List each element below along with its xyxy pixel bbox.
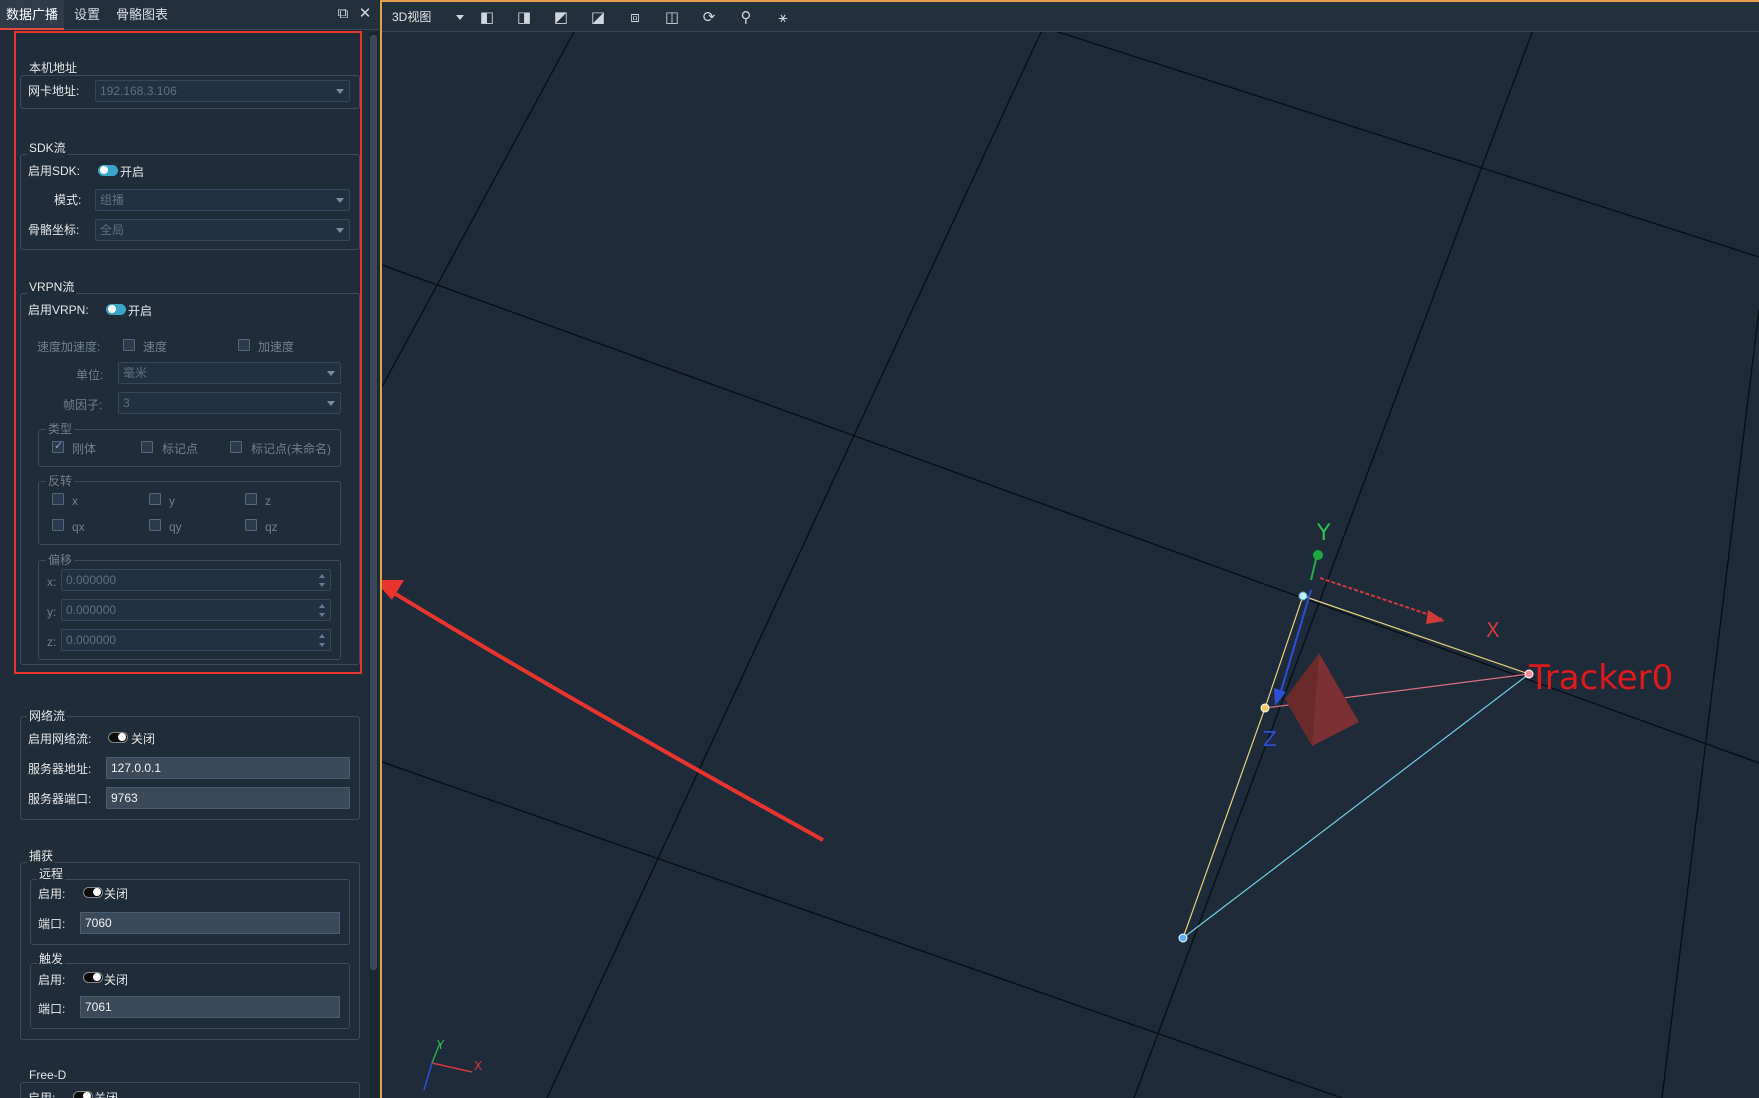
float-icon[interactable]: ⧉ [334, 5, 352, 23]
view-left-icon[interactable]: ◩ [551, 8, 571, 28]
net-server-input[interactable]: 127.0.0.1 [106, 757, 350, 779]
remote-port-input[interactable]: 7060 [80, 912, 340, 934]
freed-enable-toggle[interactable] [73, 1091, 93, 1098]
group-title-remote: 远程 [37, 867, 66, 881]
trigger-enable-toggle[interactable] [83, 972, 103, 983]
tracker-lines [1182, 595, 1530, 939]
net-enable-state: 关闭 [131, 732, 156, 746]
reset-view-icon[interactable]: ⟳ [699, 8, 719, 28]
trigger-port-input[interactable]: 7061 [80, 996, 340, 1018]
gizmo-y-label: Y [436, 1038, 445, 1052]
scrollbar-thumb[interactable] [370, 35, 377, 970]
axis-y-label: Y [1316, 521, 1331, 546]
remote-port-label: 端口: [38, 917, 66, 931]
marker-point[interactable] [1260, 703, 1270, 713]
annotation-arrow [382, 580, 824, 842]
view-bottom-icon[interactable]: ◫ [662, 8, 682, 28]
view-mode-select[interactable]: 3D视图 [386, 6, 468, 28]
tab-settings[interactable]: 设置 [68, 0, 106, 30]
markers [1178, 591, 1534, 943]
orientation-gizmo [423, 1042, 473, 1091]
trigger-port-label: 端口: [38, 1002, 66, 1016]
trigger-enable-state: 关闭 [104, 973, 129, 987]
net-enable-label: 启用网络流: [28, 732, 92, 746]
rigid-body-pyramid [1285, 653, 1359, 746]
left-panel: 数据广播 设置 骨骼图表 ⧉ ✕ 本机地址 网卡地址: 192.168.3.10… [0, 0, 382, 1098]
group-title-freed: Free-D [27, 1068, 69, 1082]
remote-enable-label: 启用: [38, 887, 66, 901]
group-title-capture: 捕获 [27, 849, 56, 863]
net-enable-toggle[interactable] [108, 732, 128, 743]
group-title-network: 网络流 [27, 709, 68, 723]
freed-enable-state: 关闭 [94, 1091, 119, 1098]
axis-toggle-icon[interactable]: ⚹ [773, 8, 793, 28]
remote-enable-toggle[interactable] [83, 887, 103, 898]
axis-z-label: Z [1263, 727, 1277, 751]
remote-enable-state: 关闭 [104, 887, 129, 901]
highlight-annotation-box [14, 31, 362, 674]
marker-point[interactable] [1298, 591, 1308, 601]
net-port-input[interactable]: 9763 [106, 787, 350, 809]
net-server-label: 服务器地址: [28, 762, 92, 776]
group-freed [20, 1082, 360, 1098]
freed-enable-label: 启用: [28, 1091, 56, 1098]
axis-x-label: X [1486, 618, 1500, 642]
gizmo-x-label: X [474, 1059, 482, 1073]
view-top-icon[interactable]: ⧈ [625, 8, 645, 28]
group-title-trigger: 触发 [37, 952, 66, 966]
marker-point[interactable] [1178, 933, 1188, 943]
net-port-label: 服务器端口: [28, 792, 92, 806]
trigger-enable-label: 启用: [38, 973, 66, 987]
view-right-icon[interactable]: ◪ [588, 8, 608, 28]
3d-scene[interactable]: Y X Z Tracker0 Y X [382, 0, 1759, 1098]
close-icon[interactable]: ✕ [356, 5, 374, 23]
floor-grid [382, 29, 1759, 1098]
chevron-down-icon [456, 15, 464, 20]
tab-skeleton-chart[interactable]: 骨骼图表 [110, 0, 174, 30]
tracker-label: Tracker0 [1528, 658, 1673, 698]
tab-data-broadcast[interactable]: 数据广播 [0, 0, 65, 30]
axis-y-handle[interactable] [1313, 550, 1323, 560]
view-back-icon[interactable]: ◨ [514, 8, 534, 28]
viewport-toolbar: 3D视图 ◧ ◨ ◩ ◪ ⧈ ◫ ⟳ ⚲ ⚹ [382, 0, 1759, 32]
view-front-icon[interactable]: ◧ [477, 8, 497, 28]
tab-bar: 数据广播 设置 骨骼图表 ⧉ ✕ [0, 0, 380, 30]
skeleton-view-icon[interactable]: ⚲ [736, 8, 756, 28]
3d-viewport[interactable]: Y X Z Tracker0 Y X 3D视图 ◧ ◨ ◩ ◪ ⧈ ◫ ⟳ ⚲ … [382, 0, 1759, 1098]
view-mode-value: 3D视图 [392, 10, 432, 24]
